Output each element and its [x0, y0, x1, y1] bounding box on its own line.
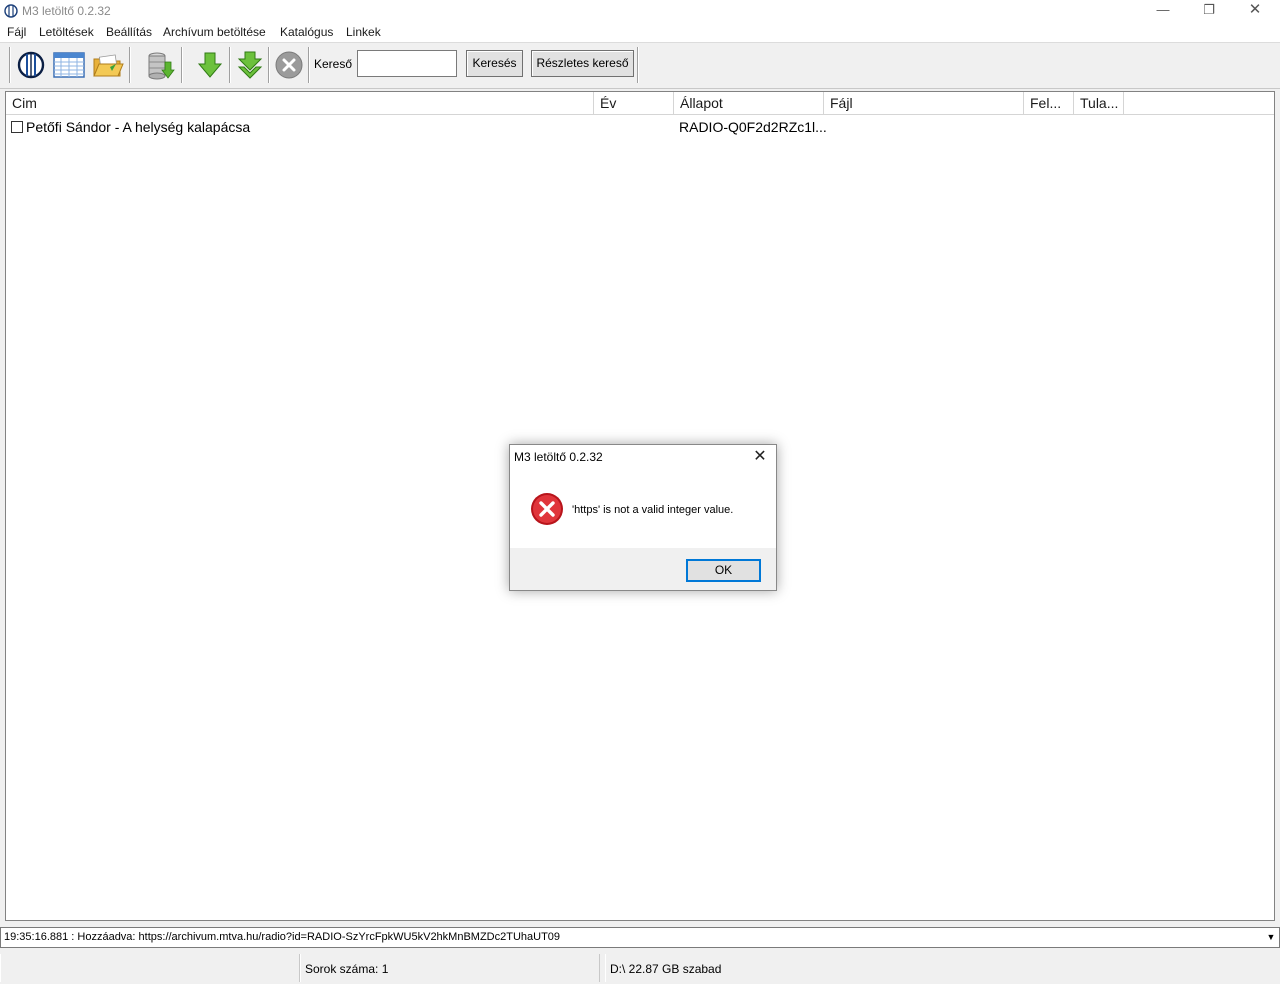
app-logo-icon — [4, 4, 18, 18]
chevron-down-icon[interactable]: ▼ — [1262, 928, 1279, 947]
column-header-file[interactable]: Fájl — [824, 92, 1024, 115]
list-row[interactable]: Petőfi Sándor - A helység kalapácsa RADI… — [6, 117, 1274, 139]
list-header: Cim Év Állapot Fájl Fel... Tula... — [6, 92, 1274, 115]
column-header-title[interactable]: Cim — [6, 92, 594, 115]
database-download-icon — [148, 52, 175, 80]
row-checkbox[interactable] — [11, 121, 23, 133]
download-button[interactable] — [192, 47, 228, 83]
download-all-arrow-icon — [237, 51, 263, 79]
table-view-button[interactable] — [51, 47, 87, 83]
toolbar-separator — [308, 47, 310, 83]
menu-downloads[interactable]: Letöltések — [39, 25, 94, 39]
m3-logo-button[interactable] — [13, 47, 49, 83]
dialog-close-button[interactable]: ✕ — [750, 447, 770, 467]
title-bar: M3 letöltő 0.2.32 — ❐ ✕ — [0, 0, 1280, 22]
close-window-button[interactable]: ✕ — [1232, 0, 1278, 22]
advanced-search-button[interactable]: Részletes kereső — [531, 50, 634, 77]
row-status: RADIO-Q0F2d2RZc1l... — [679, 119, 827, 135]
cancel-button[interactable] — [271, 47, 307, 83]
m3-logo-icon — [17, 51, 45, 79]
column-header-fel[interactable]: Fel... — [1024, 92, 1074, 115]
dialog-title: M3 letöltő 0.2.32 — [514, 450, 603, 464]
table-grid-icon — [53, 52, 85, 78]
status-panel-info — [0, 954, 300, 982]
menu-catalog[interactable]: Katalógus — [280, 25, 333, 39]
menu-load-archive[interactable]: Archívum betöltése — [163, 25, 266, 39]
open-folder-icon — [93, 54, 124, 77]
toolbar-separator — [637, 47, 639, 83]
row-title: Petőfi Sándor - A helység kalapácsa — [26, 119, 251, 135]
app-window: M3 letöltő 0.2.32 — ❐ ✕ Fájl Letöltések … — [0, 0, 1280, 984]
toolbar-separator — [129, 47, 131, 83]
toolbar-separator — [229, 47, 231, 83]
menu-file[interactable]: Fájl — [7, 25, 26, 39]
column-header-tula[interactable]: Tula... — [1074, 92, 1124, 115]
column-header-status[interactable]: Állapot — [674, 92, 824, 115]
menu-bar: Fájl Letöltések Beállítás Archívum betöl… — [0, 22, 1280, 43]
maximize-button[interactable]: ❐ — [1186, 0, 1232, 22]
menu-links[interactable]: Linkek — [346, 25, 381, 39]
database-download-button[interactable] — [142, 47, 178, 83]
toolbar-separator — [9, 47, 11, 83]
log-text: 19:35:16.881 : Hozzáadva: https://archiv… — [4, 931, 561, 943]
cancel-icon — [275, 51, 303, 79]
menu-settings[interactable]: Beállítás — [106, 25, 152, 39]
error-icon — [531, 493, 563, 525]
search-button[interactable]: Keresés — [466, 50, 523, 77]
toolbar-separator — [181, 47, 183, 83]
toolbar: Kereső Keresés Részletes kereső — [0, 43, 1280, 89]
column-header-year[interactable]: Év — [594, 92, 674, 115]
log-combobox[interactable]: 19:35:16.881 : Hozzáadva: https://archiv… — [0, 927, 1280, 948]
window-title: M3 letöltő 0.2.32 — [22, 4, 111, 18]
download-arrow-icon — [197, 52, 223, 78]
download-all-button[interactable] — [232, 47, 268, 83]
status-row-count: Sorok száma: 1 — [300, 954, 600, 982]
dialog-message: 'https' is not a valid integer value. — [572, 504, 734, 516]
search-label: Kereső — [314, 57, 353, 71]
open-folder-button[interactable] — [90, 47, 126, 83]
error-dialog: M3 letöltő 0.2.32 ✕ 'https' is not a val… — [509, 444, 777, 591]
minimize-button[interactable]: — — [1140, 0, 1186, 22]
status-bar: Sorok száma: 1 D:\ 22.87 GB szabad — [0, 952, 1280, 984]
dialog-footer: OK — [510, 548, 776, 590]
toolbar-separator — [268, 47, 270, 83]
search-input[interactable] — [357, 50, 457, 77]
ok-button[interactable]: OK — [686, 559, 761, 582]
status-disk-free: D:\ 22.87 GB szabad — [605, 954, 1280, 982]
